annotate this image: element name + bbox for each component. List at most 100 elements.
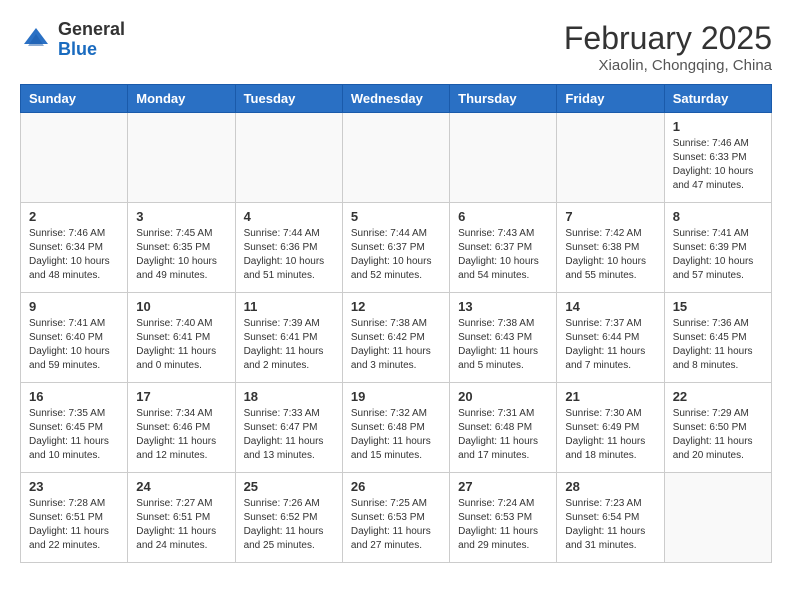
day-number: 5 [351, 209, 441, 224]
calendar-cell [450, 113, 557, 203]
day-info: Sunrise: 7:44 AM Sunset: 6:36 PM Dayligh… [244, 227, 334, 283]
calendar-cell: 5 Sunrise: 7:44 AM Sunset: 6:37 PM Daylig… [342, 203, 449, 293]
calendar-cell: 4Sunrise: 7:44 AM Sunset: 6:36 PM Daylig… [235, 203, 342, 293]
weekday-header-monday: Monday [128, 85, 235, 113]
day-info: Sunrise: 7:41 AM Sunset: 6:40 PM Dayligh… [29, 317, 119, 373]
calendar-cell: 11Sunrise: 7:39 AM Sunset: 6:41 PM Dayli… [235, 293, 342, 383]
weekday-header-sunday: Sunday [21, 85, 128, 113]
calendar-cell: 12 Sunrise: 7:38 AM Sunset: 6:42 PM Dayli… [342, 293, 449, 383]
day-number: 20 [458, 389, 548, 404]
month-title: February 2025 [564, 20, 772, 57]
day-info: Sunrise: 7:28 AM Sunset: 6:51 PM Dayligh… [29, 497, 119, 553]
day-number: 3 [136, 209, 226, 224]
calendar-cell: 6Sunrise: 7:43 AM Sunset: 6:37 PM Daylig… [450, 203, 557, 293]
day-number: 27 [458, 479, 548, 494]
calendar-cell: 17 Sunrise: 7:34 AM Sunset: 6:46 PM Dayli… [128, 383, 235, 473]
calendar-cell: 25 Sunrise: 7:26 AM Sunset: 6:52 PM Dayli… [235, 473, 342, 563]
calendar-cell: 2 Sunrise: 7:46 AM Sunset: 6:34 PM Daylig… [21, 203, 128, 293]
title-block: February 2025 Xiaolin, Chongqing, China [564, 20, 772, 74]
calendar-cell: 23 Sunrise: 7:28 AM Sunset: 6:51 PM Dayli… [21, 473, 128, 563]
calendar-cell [21, 113, 128, 203]
calendar-cell [557, 113, 664, 203]
calendar-cell: 10 Sunrise: 7:40 AM Sunset: 6:41 PM Dayli… [128, 293, 235, 383]
day-number: 14 [565, 299, 655, 314]
day-number: 18 [244, 389, 334, 404]
day-info: Sunrise: 7:29 AM Sunset: 6:50 PM Dayligh… [673, 407, 763, 463]
calendar-cell: 14Sunrise: 7:37 AM Sunset: 6:44 PM Dayli… [557, 293, 664, 383]
day-info: Sunrise: 7:35 AM Sunset: 6:45 PM Dayligh… [29, 407, 119, 463]
weekday-header-wednesday: Wednesday [342, 85, 449, 113]
calendar-cell: 13 Sunrise: 7:38 AM Sunset: 6:43 PM Dayli… [450, 293, 557, 383]
calendar-cell: 7Sunrise: 7:42 AM Sunset: 6:38 PM Daylig… [557, 203, 664, 293]
day-info: Sunrise: 7:44 AM Sunset: 6:37 PM Dayligh… [351, 227, 441, 283]
day-info: Sunrise: 7:26 AM Sunset: 6:52 PM Dayligh… [244, 497, 334, 553]
day-info: Sunrise: 7:45 AM Sunset: 6:35 PM Dayligh… [136, 227, 226, 283]
calendar-cell: 8Sunrise: 7:41 AM Sunset: 6:39 PM Daylig… [664, 203, 771, 293]
calendar-cell: 22 Sunrise: 7:29 AM Sunset: 6:50 PM Dayli… [664, 383, 771, 473]
day-number: 13 [458, 299, 548, 314]
calendar-cell: 1 Sunrise: 7:46 AM Sunset: 6:33 PM Daylig… [664, 113, 771, 203]
calendar-cell: 15 Sunrise: 7:36 AM Sunset: 6:45 PM Dayli… [664, 293, 771, 383]
day-info: Sunrise: 7:46 AM Sunset: 6:34 PM Dayligh… [29, 227, 119, 283]
calendar-cell: 26Sunrise: 7:25 AM Sunset: 6:53 PM Dayli… [342, 473, 449, 563]
logo: General Blue [20, 20, 125, 60]
day-number: 2 [29, 209, 119, 224]
calendar-cell: 28 Sunrise: 7:23 AM Sunset: 6:54 PM Dayli… [557, 473, 664, 563]
day-info: Sunrise: 7:36 AM Sunset: 6:45 PM Dayligh… [673, 317, 763, 373]
day-info: Sunrise: 7:41 AM Sunset: 6:39 PM Dayligh… [673, 227, 763, 283]
day-number: 19 [351, 389, 441, 404]
calendar-cell [128, 113, 235, 203]
day-info: Sunrise: 7:42 AM Sunset: 6:38 PM Dayligh… [565, 227, 655, 283]
day-number: 23 [29, 479, 119, 494]
week-row-5: 23 Sunrise: 7:28 AM Sunset: 6:51 PM Dayli… [21, 473, 772, 563]
calendar-cell: 9Sunrise: 7:41 AM Sunset: 6:40 PM Daylig… [21, 293, 128, 383]
day-number: 17 [136, 389, 226, 404]
calendar-cell [342, 113, 449, 203]
day-info: Sunrise: 7:33 AM Sunset: 6:47 PM Dayligh… [244, 407, 334, 463]
day-info: Sunrise: 7:23 AM Sunset: 6:54 PM Dayligh… [565, 497, 655, 553]
calendar-cell: 21 Sunrise: 7:30 AM Sunset: 6:49 PM Dayli… [557, 383, 664, 473]
day-info: Sunrise: 7:30 AM Sunset: 6:49 PM Dayligh… [565, 407, 655, 463]
day-info: Sunrise: 7:31 AM Sunset: 6:48 PM Dayligh… [458, 407, 548, 463]
day-number: 15 [673, 299, 763, 314]
day-number: 21 [565, 389, 655, 404]
day-info: Sunrise: 7:34 AM Sunset: 6:46 PM Dayligh… [136, 407, 226, 463]
day-info: Sunrise: 7:38 AM Sunset: 6:42 PM Dayligh… [351, 317, 441, 373]
weekday-header-friday: Friday [557, 85, 664, 113]
logo-blue: Blue [58, 39, 97, 59]
day-number: 6 [458, 209, 548, 224]
calendar-cell: 20 Sunrise: 7:31 AM Sunset: 6:48 PM Dayli… [450, 383, 557, 473]
weekday-header-thursday: Thursday [450, 85, 557, 113]
day-info: Sunrise: 7:46 AM Sunset: 6:33 PM Dayligh… [673, 137, 763, 193]
day-number: 12 [351, 299, 441, 314]
day-info: Sunrise: 7:25 AM Sunset: 6:53 PM Dayligh… [351, 497, 441, 553]
day-number: 16 [29, 389, 119, 404]
day-number: 1 [673, 119, 763, 134]
day-number: 28 [565, 479, 655, 494]
day-info: Sunrise: 7:27 AM Sunset: 6:51 PM Dayligh… [136, 497, 226, 553]
weekday-header-row: SundayMondayTuesdayWednesdayThursdayFrid… [21, 85, 772, 113]
calendar-table: SundayMondayTuesdayWednesdayThursdayFrid… [20, 84, 772, 563]
day-number: 25 [244, 479, 334, 494]
week-row-2: 2 Sunrise: 7:46 AM Sunset: 6:34 PM Daylig… [21, 203, 772, 293]
day-number: 24 [136, 479, 226, 494]
calendar-cell: 19Sunrise: 7:32 AM Sunset: 6:48 PM Dayli… [342, 383, 449, 473]
location: Xiaolin, Chongqing, China [564, 57, 772, 74]
calendar-cell: 3 Sunrise: 7:45 AM Sunset: 6:35 PM Daylig… [128, 203, 235, 293]
calendar-cell: 18 Sunrise: 7:33 AM Sunset: 6:47 PM Dayli… [235, 383, 342, 473]
day-info: Sunrise: 7:40 AM Sunset: 6:41 PM Dayligh… [136, 317, 226, 373]
logo-icon [20, 24, 52, 56]
page-header: General Blue February 2025 Xiaolin, Chon… [20, 20, 772, 74]
calendar-cell: 16 Sunrise: 7:35 AM Sunset: 6:45 PM Dayli… [21, 383, 128, 473]
day-number: 10 [136, 299, 226, 314]
calendar-cell: 27 Sunrise: 7:24 AM Sunset: 6:53 PM Dayli… [450, 473, 557, 563]
week-row-1: 1 Sunrise: 7:46 AM Sunset: 6:33 PM Daylig… [21, 113, 772, 203]
day-number: 22 [673, 389, 763, 404]
day-info: Sunrise: 7:24 AM Sunset: 6:53 PM Dayligh… [458, 497, 548, 553]
logo-general: General [58, 19, 125, 39]
day-info: Sunrise: 7:38 AM Sunset: 6:43 PM Dayligh… [458, 317, 548, 373]
calendar-cell: 24 Sunrise: 7:27 AM Sunset: 6:51 PM Dayli… [128, 473, 235, 563]
logo-text: General Blue [58, 20, 125, 60]
week-row-4: 16 Sunrise: 7:35 AM Sunset: 6:45 PM Dayli… [21, 383, 772, 473]
calendar-cell [664, 473, 771, 563]
